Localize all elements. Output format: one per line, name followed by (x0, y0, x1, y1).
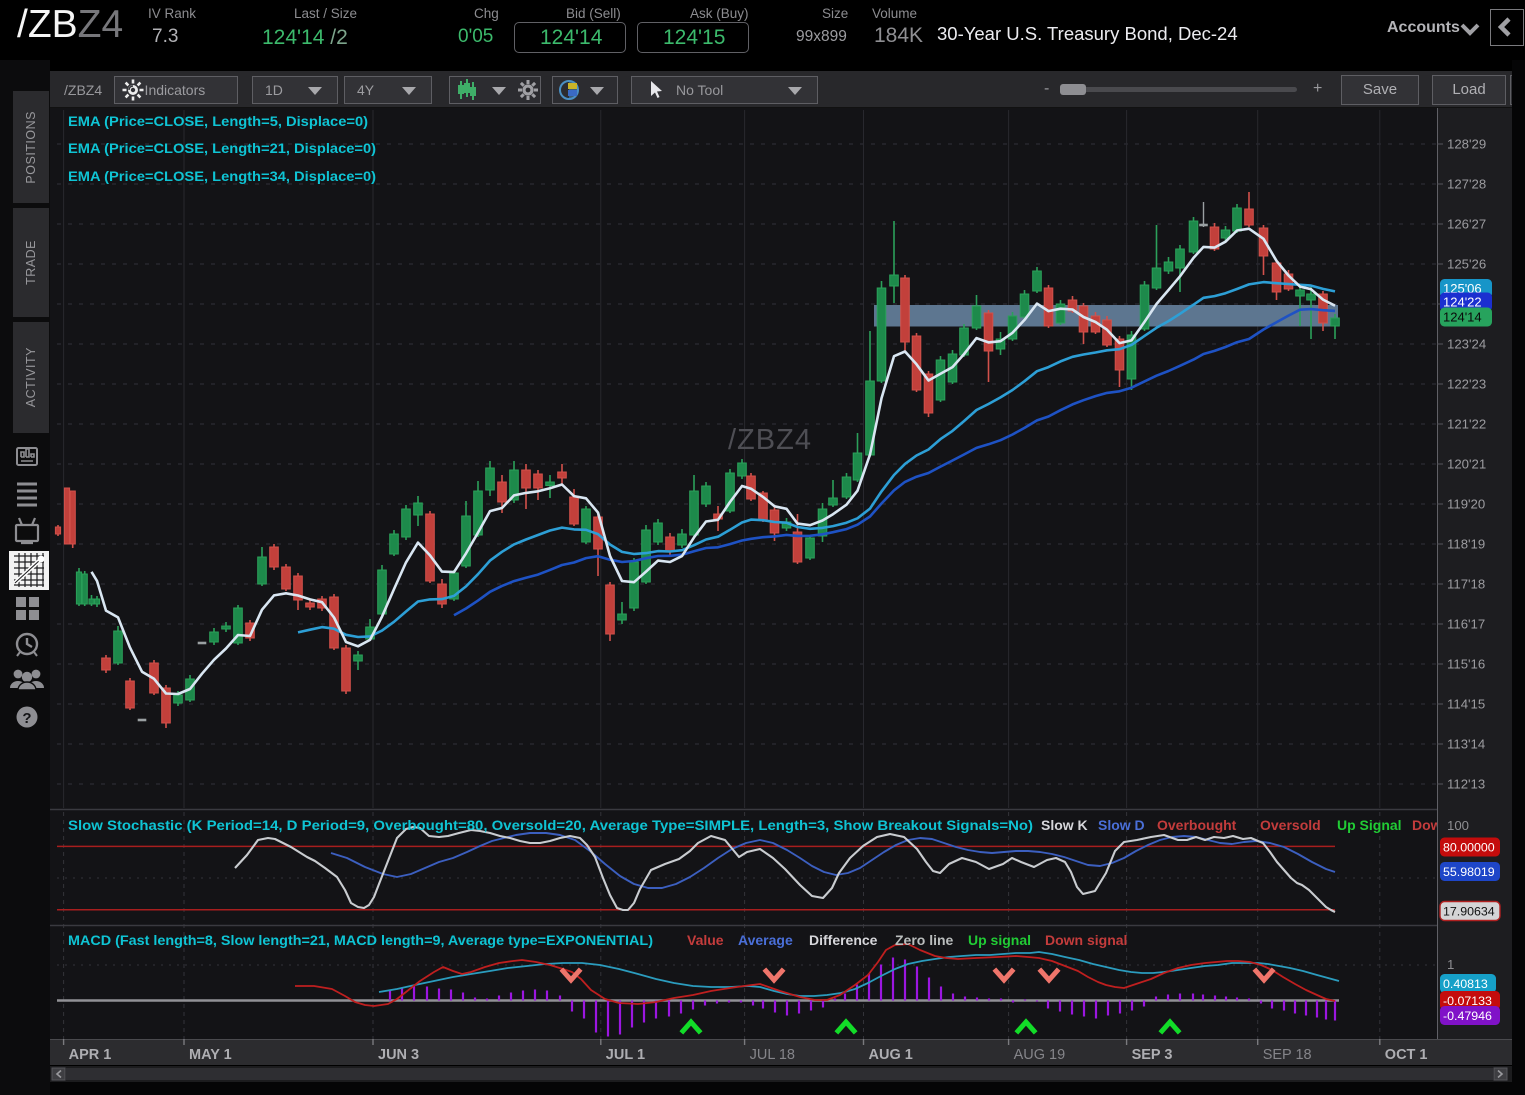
svg-text:Down signal: Down signal (1045, 932, 1127, 948)
svg-text:125'26: 125'26 (1447, 257, 1486, 272)
svg-text:124'14: 124'14 (1443, 310, 1482, 325)
svg-text:Slow D: Slow D (1098, 817, 1145, 833)
svg-text:116'17: 116'17 (1447, 617, 1485, 632)
svg-text:-0.47946: -0.47946 (1443, 1009, 1492, 1023)
svg-text:JUN 3: JUN 3 (378, 1047, 419, 1063)
svg-text:113'14: 113'14 (1447, 737, 1485, 752)
svg-text:AUG 1: AUG 1 (869, 1047, 913, 1063)
svg-text:Slow K: Slow K (1041, 817, 1088, 833)
svg-text:AUG 19: AUG 19 (1014, 1047, 1066, 1063)
svg-text:122'23: 122'23 (1447, 377, 1486, 392)
svg-text:124'22: 124'22 (1443, 295, 1482, 310)
svg-text:-0.07133: -0.07133 (1443, 994, 1492, 1008)
svg-text:EMA (Price=CLOSE, Length=21, D: EMA (Price=CLOSE, Length=21, Displace=0) (68, 141, 376, 157)
svg-text:17.90634: 17.90634 (1443, 905, 1495, 919)
svg-text:Slow Stochastic (K Period=14,: Slow Stochastic (K Period=14, D Period=9… (68, 818, 1033, 834)
svg-text:OCT 1: OCT 1 (1385, 1047, 1428, 1063)
svg-text:117'18: 117'18 (1447, 577, 1485, 592)
svg-text:MAY 1: MAY 1 (189, 1047, 232, 1063)
svg-text:80.00000: 80.00000 (1443, 841, 1495, 855)
svg-text:0.40813: 0.40813 (1443, 977, 1488, 991)
svg-text:Overbought: Overbought (1157, 817, 1237, 833)
svg-text:112'13: 112'13 (1447, 777, 1485, 792)
svg-text:APR 1: APR 1 (69, 1047, 112, 1063)
svg-text:JUL 18: JUL 18 (750, 1047, 795, 1063)
svg-text:SEP 18: SEP 18 (1263, 1047, 1312, 1063)
svg-text:1: 1 (1447, 957, 1454, 972)
svg-text:128'29: 128'29 (1447, 137, 1486, 152)
svg-text:JUL 1: JUL 1 (606, 1047, 645, 1063)
svg-text:EMA (Price=CLOSE, Length=34, D: EMA (Price=CLOSE, Length=34, Displace=0) (68, 169, 376, 185)
svg-text:EMA (Price=CLOSE, Length=5, Di: EMA (Price=CLOSE, Length=5, Displace=0) (68, 114, 368, 130)
svg-text:/ZBZ4: /ZBZ4 (728, 424, 812, 456)
svg-text:Difference: Difference (809, 932, 878, 948)
svg-text:Up Signal: Up Signal (1337, 817, 1402, 833)
svg-text:55.98019: 55.98019 (1443, 865, 1495, 879)
svg-text:Oversold: Oversold (1260, 817, 1321, 833)
svg-text:114'15: 114'15 (1447, 697, 1485, 712)
svg-text:SEP 3: SEP 3 (1132, 1047, 1173, 1063)
svg-text:Value: Value (687, 932, 724, 948)
svg-text:119'20: 119'20 (1447, 497, 1485, 512)
svg-text:Zero line: Zero line (895, 932, 954, 948)
svg-text:100: 100 (1447, 818, 1469, 833)
svg-text:120'21: 120'21 (1447, 457, 1486, 472)
svg-text:121'22: 121'22 (1447, 417, 1486, 432)
svg-text:118'19: 118'19 (1447, 537, 1485, 552)
svg-text:Average: Average (738, 932, 793, 948)
svg-text:127'28: 127'28 (1447, 177, 1486, 192)
svg-text:123'24: 123'24 (1447, 337, 1486, 352)
svg-text:MACD (Fast length=8, Slow leng: MACD (Fast length=8, Slow length=21, MAC… (68, 933, 653, 949)
svg-text:Up signal: Up signal (968, 932, 1031, 948)
svg-text:115'16: 115'16 (1447, 657, 1485, 672)
svg-text:126'27: 126'27 (1447, 217, 1486, 232)
